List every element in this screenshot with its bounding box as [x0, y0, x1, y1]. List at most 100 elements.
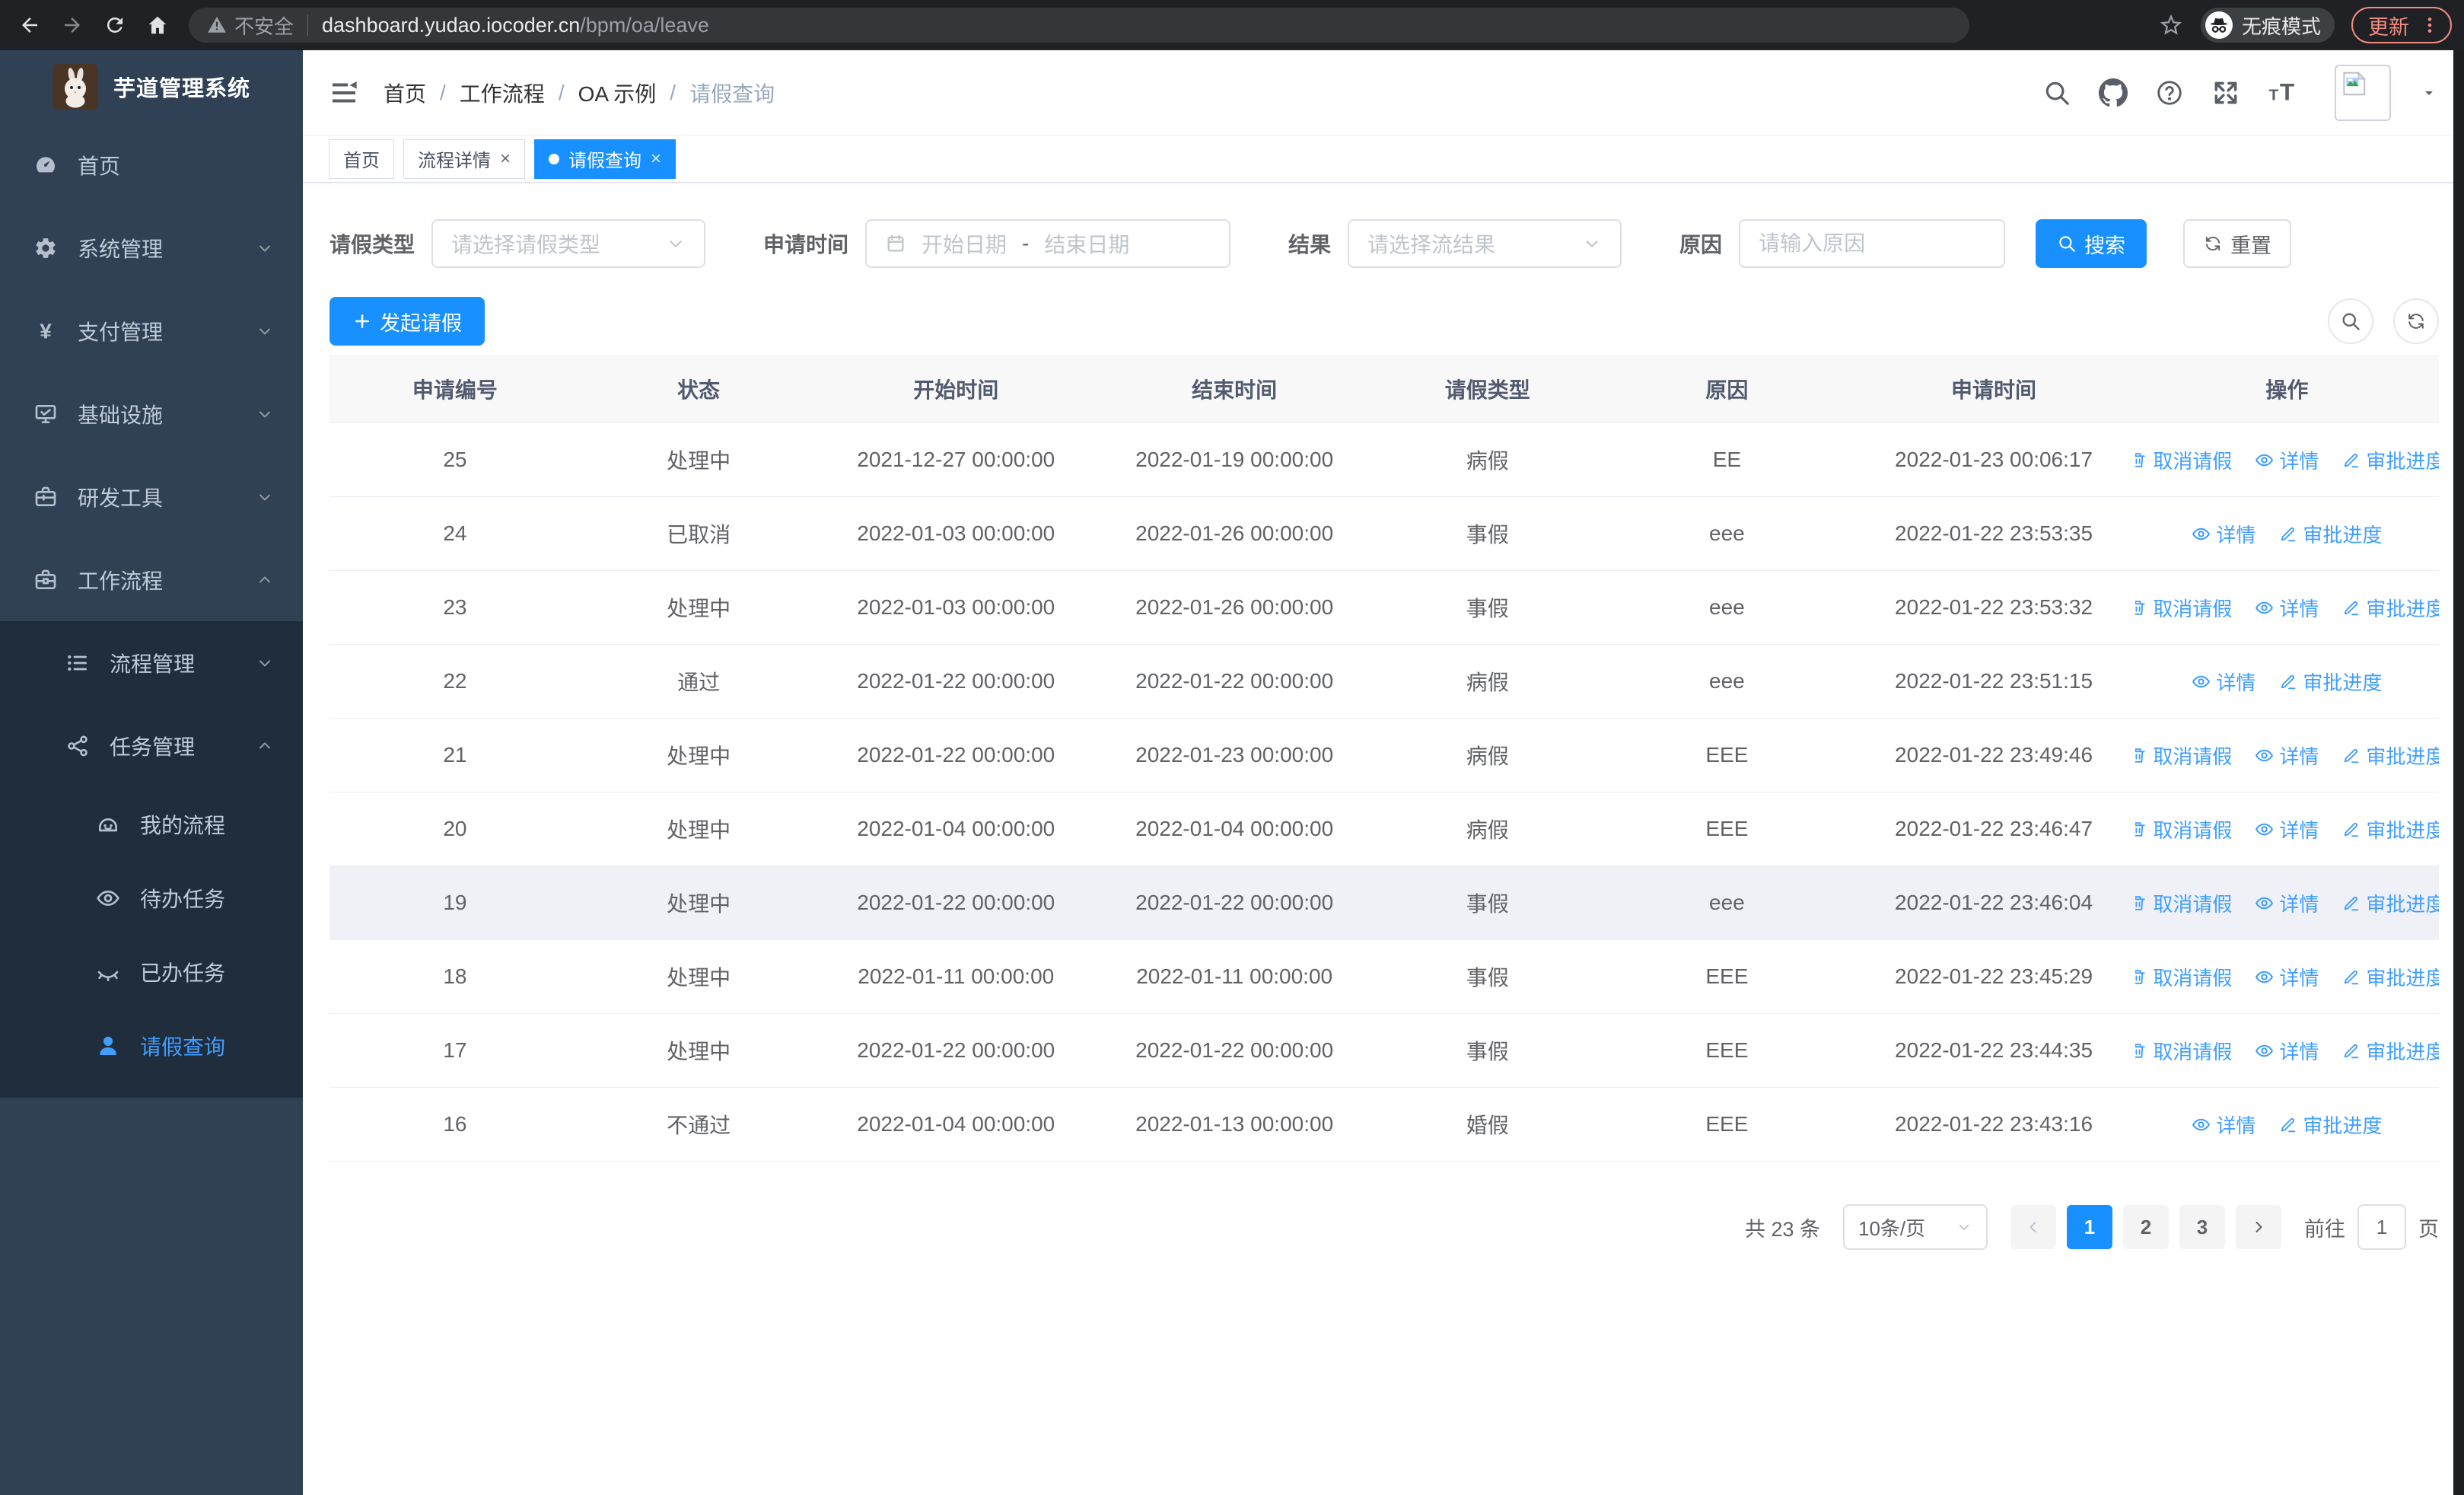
avatar-caret-down-icon[interactable] [2420, 84, 2438, 102]
cell-status: 处理中 [667, 892, 731, 916]
app-window: 芋道管理系统 首页 系统管理 ¥ 支付管理 基础设施 研发工具 工作流程 流程管理 任务管理 我的… [0, 50, 2464, 1495]
breadcrumb-separator: / [440, 80, 446, 104]
cancel-action-link[interactable]: 取消请假 [2135, 815, 2232, 843]
progress-action-link[interactable]: 审批进度 [2341, 815, 2439, 843]
fullscreen-icon[interactable] [2211, 78, 2240, 107]
browser-back-button[interactable] [12, 8, 47, 43]
search-icon[interactable] [2042, 78, 2071, 107]
table-row: 17 处理中 2022-01-22 00:00:00 2022-01-22 00:00… [329, 1014, 2439, 1088]
search-button[interactable]: 搜索 [2036, 219, 2147, 268]
cell-id: 18 [443, 964, 467, 988]
tab-请假查询[interactable]: 请假查询 × [534, 139, 676, 179]
select-请假类型[interactable]: 请选择请假类型 [431, 219, 706, 268]
breadcrumb-item[interactable]: 工作流程 [460, 78, 545, 108]
tab-流程详情[interactable]: 流程详情 × [403, 139, 526, 179]
cell-actions: 详情 审批进度 [2135, 668, 2439, 696]
page-button-1[interactable]: 1 [2067, 1205, 2112, 1249]
sidebar-logo[interactable]: 芋道管理系统 [0, 50, 303, 123]
progress-action-link[interactable]: 审批进度 [2341, 446, 2439, 474]
cancel-action-link[interactable]: 取消请假 [2135, 1037, 2232, 1065]
breadcrumb-item[interactable]: OA 示例 [578, 78, 657, 108]
reason-input[interactable] [1739, 219, 2006, 268]
reset-button[interactable]: 重置 [2183, 219, 2292, 268]
broken-image-icon [2339, 69, 2368, 98]
cell-reason: EEE [1705, 1038, 1749, 1062]
sidebar-item-工作流程[interactable]: 工作流程 [0, 538, 303, 621]
browser-scrollbar[interactable] [2453, 50, 2464, 1495]
cancel-action-link[interactable]: 取消请假 [2135, 594, 2232, 622]
sidebar-item-已办任务[interactable]: 已办任务 [0, 935, 303, 1009]
detail-action-link[interactable]: 详情 [2192, 1111, 2255, 1139]
date-range-input[interactable]: 开始日期 - 结束日期 [865, 219, 1231, 268]
browser-home-button[interactable] [140, 8, 175, 43]
progress-action-link[interactable]: 审批进度 [2341, 1037, 2439, 1065]
sidebar-item-我的流程[interactable]: 我的流程 [0, 787, 303, 861]
cancel-action-link[interactable]: 取消请假 [2135, 963, 2232, 991]
fontsize-icon[interactable]: TT [2268, 78, 2297, 107]
tab-首页[interactable]: 首页 [329, 139, 394, 179]
detail-action-link[interactable]: 详情 [2255, 815, 2319, 843]
goto-page-input[interactable] [2357, 1204, 2406, 1250]
browser-reload-button[interactable] [97, 8, 132, 43]
trash-icon [2135, 1041, 2148, 1060]
prev-page-button[interactable] [2010, 1205, 2056, 1249]
cell-actions: 取消请假 详情 审批进度 [2135, 741, 2439, 770]
bookmark-star-icon[interactable] [2158, 12, 2184, 38]
progress-action-link[interactable]: 审批进度 [2341, 963, 2439, 991]
sidebar-item-label: 工作流程 [78, 569, 164, 593]
create-leave-button[interactable]: 发起请假 [329, 297, 485, 346]
detail-action-link[interactable]: 详情 [2255, 889, 2319, 917]
breadcrumb-item[interactable]: 首页 [384, 78, 426, 108]
detail-action-link[interactable]: 详情 [2255, 1037, 2319, 1065]
cancel-action-link[interactable]: 取消请假 [2135, 741, 2232, 770]
avatar[interactable] [2335, 64, 2391, 121]
detail-action-link[interactable]: 详情 [2192, 668, 2255, 696]
sidebar-item-任务管理[interactable]: 任务管理 [0, 704, 303, 787]
detail-action-link[interactable]: 详情 [2255, 741, 2319, 770]
progress-action-link[interactable]: 审批进度 [2278, 1111, 2382, 1139]
page-size-select[interactable]: 10条/页 [1843, 1204, 1988, 1250]
cancel-action-link[interactable]: 取消请假 [2135, 889, 2232, 917]
progress-action-link[interactable]: 审批进度 [2278, 668, 2382, 696]
incognito-badge: 无痕模式 [2200, 8, 2335, 43]
progress-action-link[interactable]: 审批进度 [2341, 741, 2439, 770]
next-page-button[interactable] [2236, 1205, 2281, 1249]
toolbox-icon [33, 485, 58, 509]
breadcrumb: 首页 / 工作流程 / OA 示例 / 请假查询 [384, 78, 775, 108]
close-icon[interactable]: × [651, 149, 661, 168]
detail-action-link[interactable]: 详情 [2255, 963, 2319, 991]
help-icon[interactable] [2155, 78, 2184, 107]
sidebar-item-首页[interactable]: 首页 [0, 123, 303, 206]
page-button-2[interactable]: 2 [2123, 1205, 2169, 1249]
toggle-search-button[interactable] [2328, 298, 2373, 344]
cell-actions: 取消请假 详情 审批进度 [2135, 594, 2439, 622]
sidebar-item-支付管理[interactable]: ¥ 支付管理 [0, 289, 303, 372]
reload-icon [103, 14, 126, 37]
progress-action-link[interactable]: 审批进度 [2341, 594, 2439, 622]
sidebar-item-待办任务[interactable]: 待办任务 [0, 861, 303, 935]
column-header-申请编号: 申请编号 [412, 378, 498, 402]
back-icon [18, 14, 41, 37]
detail-action-link[interactable]: 详情 [2255, 446, 2319, 474]
sidebar-fold-icon[interactable] [329, 78, 359, 108]
cell-leave-type: 病假 [1466, 818, 1509, 842]
github-icon[interactable] [2099, 78, 2128, 107]
cancel-action-link[interactable]: 取消请假 [2135, 446, 2232, 474]
progress-action-link[interactable]: 审批进度 [2341, 889, 2439, 917]
detail-action-link[interactable]: 详情 [2255, 594, 2319, 622]
close-icon[interactable]: × [500, 149, 511, 168]
browser-update-menu-button[interactable]: 更新 [2351, 7, 2452, 43]
select-结果[interactable]: 请选择流结果 [1348, 219, 1622, 268]
sidebar-item-基础设施[interactable]: 基础设施 [0, 372, 303, 455]
sidebar-item-研发工具[interactable]: 研发工具 [0, 455, 303, 538]
page-button-3[interactable]: 3 [2179, 1205, 2225, 1249]
cell-apply-time: 2022-01-22 23:53:32 [1895, 595, 2093, 619]
sidebar-item-请假查询[interactable]: 请假查询 [0, 1009, 303, 1082]
sidebar-item-流程管理[interactable]: 流程管理 [0, 621, 303, 704]
progress-action-link[interactable]: 审批进度 [2278, 520, 2382, 548]
detail-action-link[interactable]: 详情 [2192, 520, 2255, 548]
browser-forward-button[interactable] [55, 8, 90, 43]
address-bar[interactable]: 不安全 dashboard.yudao.iocoder.cn/bpm/oa/le… [189, 8, 1969, 43]
refresh-table-button[interactable] [2393, 298, 2439, 344]
sidebar-item-系统管理[interactable]: 系统管理 [0, 206, 303, 289]
